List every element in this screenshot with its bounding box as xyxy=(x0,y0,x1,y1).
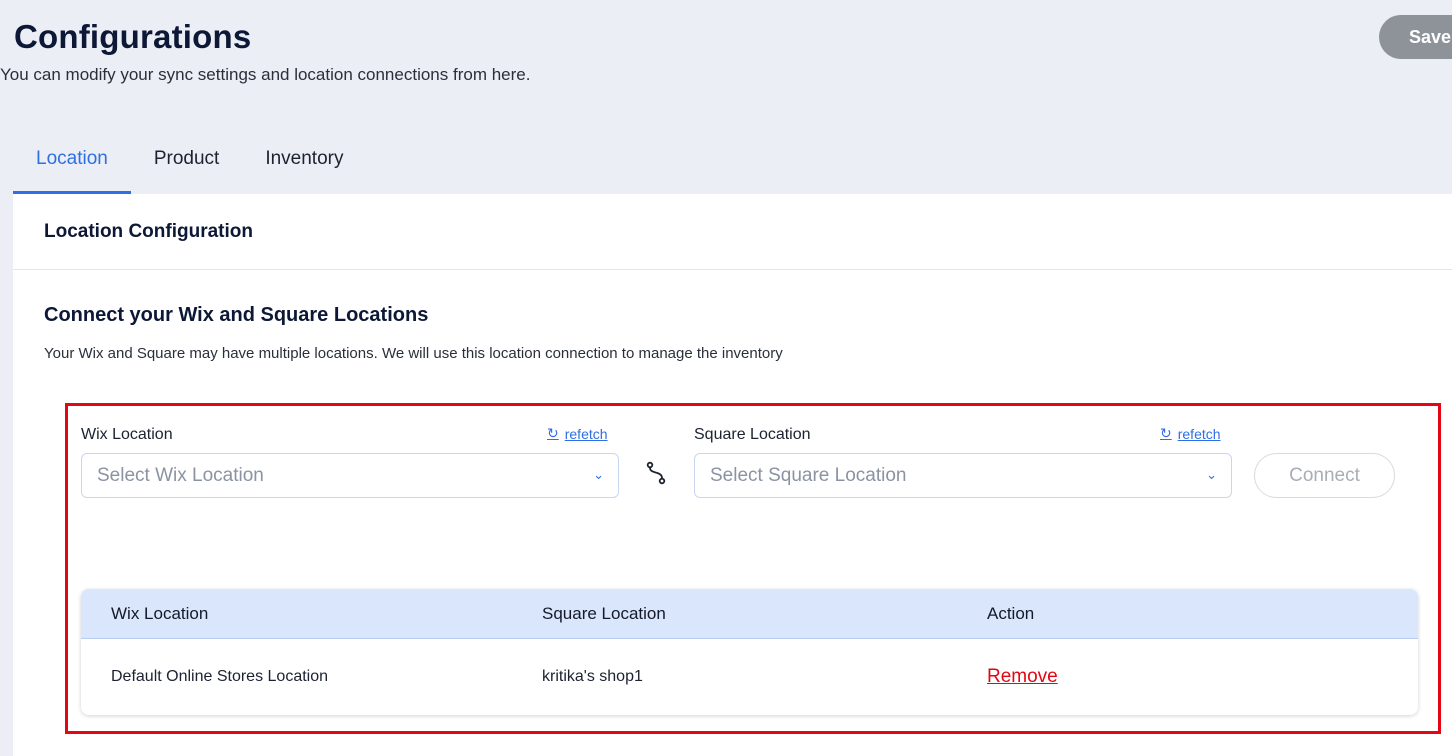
connections-table: Wix Location Square Location Action Defa… xyxy=(81,589,1418,715)
wix-location-select[interactable]: Select Wix Location ⌄ xyxy=(81,453,619,498)
remove-link[interactable]: Remove xyxy=(987,666,1058,688)
tab-location[interactable]: Location xyxy=(13,133,131,194)
configurations-page: Configurations You can modify your sync … xyxy=(0,0,1452,756)
section-title: Connect your Wix and Square Locations xyxy=(44,304,429,326)
refresh-icon: ↻ xyxy=(547,425,559,441)
page-subtitle: You can modify your sync settings and lo… xyxy=(0,65,531,84)
tab-bar: Location Product Inventory xyxy=(13,133,366,194)
wix-refetch-label: refetch xyxy=(564,425,608,442)
header-square-location: Square Location xyxy=(542,603,666,623)
square-location-label: Square Location xyxy=(694,426,811,443)
chevron-down-icon: ⌄ xyxy=(1206,467,1217,482)
link-icon-graphic xyxy=(646,461,666,485)
square-location-placeholder: Select Square Location xyxy=(710,464,907,486)
chevron-down-icon: ⌄ xyxy=(593,467,604,482)
refresh-icon: ↻ xyxy=(1160,425,1172,441)
wix-location-placeholder: Select Wix Location xyxy=(97,464,264,486)
tab-inventory[interactable]: Inventory xyxy=(242,133,366,194)
link-icon xyxy=(644,460,668,492)
row-wix-location: Default Online Stores Location xyxy=(111,668,329,685)
row-square-location: kritika's shop1 xyxy=(542,668,643,685)
save-button[interactable]: Save xyxy=(1379,15,1452,59)
header-action: Action xyxy=(987,603,1035,623)
square-refetch-link[interactable]: ↻ refetch xyxy=(1160,425,1221,442)
table-header: Wix Location Square Location Action xyxy=(81,589,1418,639)
location-config-panel: Location Configuration Connect your Wix … xyxy=(13,194,1452,756)
page-title: Configurations xyxy=(14,18,252,55)
connect-button[interactable]: Connect xyxy=(1254,453,1395,498)
section-description: Your Wix and Square may have multiple lo… xyxy=(44,345,783,362)
square-location-select[interactable]: Select Square Location ⌄ xyxy=(694,453,1232,498)
square-refetch-label: refetch xyxy=(1177,425,1221,442)
wix-refetch-link[interactable]: ↻ refetch xyxy=(547,425,608,442)
wix-location-label: Wix Location xyxy=(81,426,173,443)
tab-product[interactable]: Product xyxy=(131,133,242,194)
table-row: Default Online Stores Location kritika's… xyxy=(81,639,1418,715)
panel-title: Location Configuration xyxy=(13,194,1452,270)
header-wix-location: Wix Location xyxy=(111,603,209,623)
